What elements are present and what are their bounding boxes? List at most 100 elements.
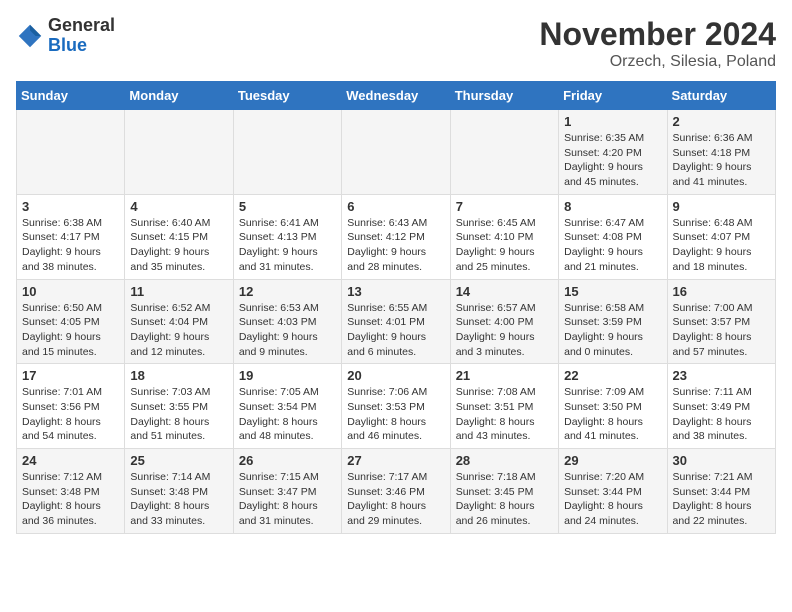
day-number: 6 xyxy=(347,199,444,214)
day-info: Sunrise: 7:08 AM Sunset: 3:51 PM Dayligh… xyxy=(456,385,553,444)
day-info: Sunrise: 7:09 AM Sunset: 3:50 PM Dayligh… xyxy=(564,385,661,444)
day-info: Sunrise: 6:40 AM Sunset: 4:15 PM Dayligh… xyxy=(130,216,227,275)
day-info: Sunrise: 6:35 AM Sunset: 4:20 PM Dayligh… xyxy=(564,131,661,190)
day-number: 1 xyxy=(564,114,661,129)
calendar-cell: 3 Sunrise: 6:38 AM Sunset: 4:17 PM Daylig… xyxy=(17,194,125,279)
day-number: 15 xyxy=(564,284,661,299)
header-day: Sunday xyxy=(17,82,125,110)
calendar-table: SundayMondayTuesdayWednesdayThursdayFrid… xyxy=(16,81,776,534)
header-day: Tuesday xyxy=(233,82,341,110)
calendar-cell: 30 Sunrise: 7:21 AM Sunset: 3:44 PM Dayli… xyxy=(667,449,775,534)
calendar-cell: 2Sunrise: 6:36 AM Sunset: 4:18 PM Daylig… xyxy=(667,110,775,195)
calendar-cell: 22 Sunrise: 7:09 AM Sunset: 3:50 PM Dayli… xyxy=(559,364,667,449)
day-number: 9 xyxy=(673,199,770,214)
calendar-cell: 26Sunrise: 7:15 AM Sunset: 3:47 PM Dayli… xyxy=(233,449,341,534)
day-info: Sunrise: 6:53 AM Sunset: 4:03 PM Dayligh… xyxy=(239,301,336,360)
title-block: November 2024 Orzech, Silesia, Poland xyxy=(539,16,776,71)
calendar-cell: 23 Sunrise: 7:11 AM Sunset: 3:49 PM Dayli… xyxy=(667,364,775,449)
day-number: 27 xyxy=(347,453,444,468)
day-number: 7 xyxy=(456,199,553,214)
day-number: 4 xyxy=(130,199,227,214)
day-number: 24 xyxy=(22,453,119,468)
calendar-cell: 1 Sunrise: 6:35 AM Sunset: 4:20 PM Daylig… xyxy=(559,110,667,195)
day-number: 21 xyxy=(456,368,553,383)
day-info: Sunrise: 6:58 AM Sunset: 3:59 PM Dayligh… xyxy=(564,301,661,360)
page-header: General Blue November 2024 Orzech, Siles… xyxy=(16,16,776,71)
day-number: 16 xyxy=(673,284,770,299)
header-day: Thursday xyxy=(450,82,558,110)
calendar-week: 10Sunrise: 6:50 AM Sunset: 4:05 PM Dayli… xyxy=(17,279,776,364)
calendar-cell: 4 Sunrise: 6:40 AM Sunset: 4:15 PM Daylig… xyxy=(125,194,233,279)
logo: General Blue xyxy=(16,16,115,56)
day-number: 28 xyxy=(456,453,553,468)
calendar-cell: 9 Sunrise: 6:48 AM Sunset: 4:07 PM Daylig… xyxy=(667,194,775,279)
calendar-cell xyxy=(233,110,341,195)
day-number: 3 xyxy=(22,199,119,214)
calendar-cell: 17 Sunrise: 7:01 AM Sunset: 3:56 PM Dayli… xyxy=(17,364,125,449)
day-info: Sunrise: 7:00 AM Sunset: 3:57 PM Dayligh… xyxy=(673,301,770,360)
calendar-cell: 28 Sunrise: 7:18 AM Sunset: 3:45 PM Dayli… xyxy=(450,449,558,534)
calendar-cell: 27 Sunrise: 7:17 AM Sunset: 3:46 PM Dayli… xyxy=(342,449,450,534)
day-number: 19 xyxy=(239,368,336,383)
calendar-body: 1 Sunrise: 6:35 AM Sunset: 4:20 PM Daylig… xyxy=(17,110,776,534)
day-info: Sunrise: 7:17 AM Sunset: 3:46 PM Dayligh… xyxy=(347,470,444,529)
calendar-cell: 21 Sunrise: 7:08 AM Sunset: 3:51 PM Dayli… xyxy=(450,364,558,449)
header-day: Monday xyxy=(125,82,233,110)
location: Orzech, Silesia, Poland xyxy=(539,53,776,71)
day-number: 5 xyxy=(239,199,336,214)
calendar-week: 1 Sunrise: 6:35 AM Sunset: 4:20 PM Daylig… xyxy=(17,110,776,195)
calendar-cell: 11Sunrise: 6:52 AM Sunset: 4:04 PM Dayli… xyxy=(125,279,233,364)
day-info: Sunrise: 6:41 AM Sunset: 4:13 PM Dayligh… xyxy=(239,216,336,275)
day-info: Sunrise: 7:01 AM Sunset: 3:56 PM Dayligh… xyxy=(22,385,119,444)
calendar-cell: 20 Sunrise: 7:06 AM Sunset: 3:53 PM Dayli… xyxy=(342,364,450,449)
day-info: Sunrise: 6:45 AM Sunset: 4:10 PM Dayligh… xyxy=(456,216,553,275)
calendar-cell: 6 Sunrise: 6:43 AM Sunset: 4:12 PM Daylig… xyxy=(342,194,450,279)
day-info: Sunrise: 6:57 AM Sunset: 4:00 PM Dayligh… xyxy=(456,301,553,360)
day-number: 26 xyxy=(239,453,336,468)
day-number: 18 xyxy=(130,368,227,383)
month-title: November 2024 xyxy=(539,16,776,53)
day-info: Sunrise: 7:03 AM Sunset: 3:55 PM Dayligh… xyxy=(130,385,227,444)
day-info: Sunrise: 7:21 AM Sunset: 3:44 PM Dayligh… xyxy=(673,470,770,529)
calendar-cell: 25Sunrise: 7:14 AM Sunset: 3:48 PM Dayli… xyxy=(125,449,233,534)
header-day: Saturday xyxy=(667,82,775,110)
day-info: Sunrise: 6:38 AM Sunset: 4:17 PM Dayligh… xyxy=(22,216,119,275)
day-info: Sunrise: 7:05 AM Sunset: 3:54 PM Dayligh… xyxy=(239,385,336,444)
calendar-cell: 14Sunrise: 6:57 AM Sunset: 4:00 PM Dayli… xyxy=(450,279,558,364)
day-info: Sunrise: 7:12 AM Sunset: 3:48 PM Dayligh… xyxy=(22,470,119,529)
logo-blue-text: Blue xyxy=(48,35,87,55)
day-number: 17 xyxy=(22,368,119,383)
day-info: Sunrise: 7:18 AM Sunset: 3:45 PM Dayligh… xyxy=(456,470,553,529)
calendar-cell: 8Sunrise: 6:47 AM Sunset: 4:08 PM Daylig… xyxy=(559,194,667,279)
day-info: Sunrise: 6:48 AM Sunset: 4:07 PM Dayligh… xyxy=(673,216,770,275)
calendar-cell: 13Sunrise: 6:55 AM Sunset: 4:01 PM Dayli… xyxy=(342,279,450,364)
day-info: Sunrise: 6:43 AM Sunset: 4:12 PM Dayligh… xyxy=(347,216,444,275)
day-info: Sunrise: 7:20 AM Sunset: 3:44 PM Dayligh… xyxy=(564,470,661,529)
day-number: 10 xyxy=(22,284,119,299)
calendar-cell: 18 Sunrise: 7:03 AM Sunset: 3:55 PM Dayli… xyxy=(125,364,233,449)
day-info: Sunrise: 6:55 AM Sunset: 4:01 PM Dayligh… xyxy=(347,301,444,360)
day-info: Sunrise: 6:47 AM Sunset: 4:08 PM Dayligh… xyxy=(564,216,661,275)
calendar-cell: 12Sunrise: 6:53 AM Sunset: 4:03 PM Dayli… xyxy=(233,279,341,364)
day-number: 20 xyxy=(347,368,444,383)
day-info: Sunrise: 7:11 AM Sunset: 3:49 PM Dayligh… xyxy=(673,385,770,444)
day-number: 30 xyxy=(673,453,770,468)
calendar-week: 24 Sunrise: 7:12 AM Sunset: 3:48 PM Dayli… xyxy=(17,449,776,534)
day-number: 23 xyxy=(673,368,770,383)
header-day: Wednesday xyxy=(342,82,450,110)
calendar-week: 17 Sunrise: 7:01 AM Sunset: 3:56 PM Dayli… xyxy=(17,364,776,449)
calendar-cell: 29 Sunrise: 7:20 AM Sunset: 3:44 PM Dayli… xyxy=(559,449,667,534)
logo-icon xyxy=(16,22,44,50)
calendar-cell: 7 Sunrise: 6:45 AM Sunset: 4:10 PM Daylig… xyxy=(450,194,558,279)
calendar-week: 3 Sunrise: 6:38 AM Sunset: 4:17 PM Daylig… xyxy=(17,194,776,279)
calendar-cell: 15 Sunrise: 6:58 AM Sunset: 3:59 PM Dayli… xyxy=(559,279,667,364)
day-info: Sunrise: 7:06 AM Sunset: 3:53 PM Dayligh… xyxy=(347,385,444,444)
day-info: Sunrise: 7:14 AM Sunset: 3:48 PM Dayligh… xyxy=(130,470,227,529)
logo-general-text: General xyxy=(48,15,115,35)
day-info: Sunrise: 6:36 AM Sunset: 4:18 PM Dayligh… xyxy=(673,131,770,190)
calendar-cell: 24 Sunrise: 7:12 AM Sunset: 3:48 PM Dayli… xyxy=(17,449,125,534)
calendar-cell xyxy=(342,110,450,195)
day-number: 22 xyxy=(564,368,661,383)
day-number: 29 xyxy=(564,453,661,468)
calendar-cell xyxy=(450,110,558,195)
